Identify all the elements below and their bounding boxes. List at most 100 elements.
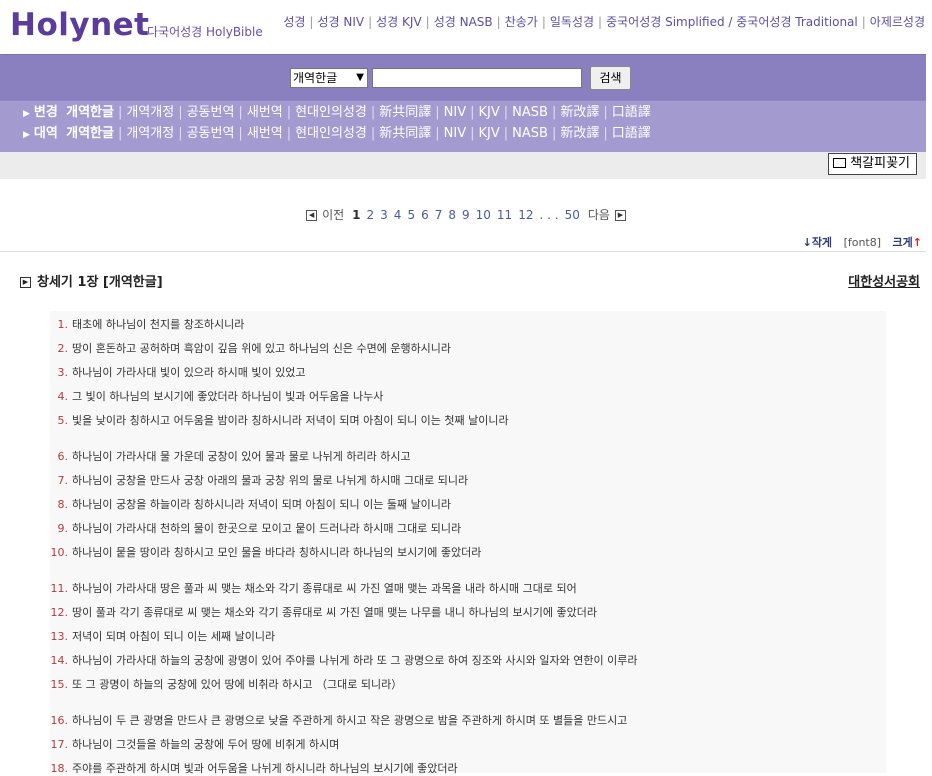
- page-link[interactable]: 6: [418, 208, 432, 222]
- nav-link[interactable]: 아제르성경: [870, 15, 925, 29]
- version-link[interactable]: NIV: [444, 105, 466, 120]
- page-link[interactable]: 50: [562, 208, 583, 222]
- font-smaller-button[interactable]: ↓작게: [803, 236, 832, 249]
- next-arrow-icon[interactable]: ▶: [614, 210, 626, 221]
- version-link[interactable]: 공동번역: [187, 105, 235, 120]
- version-link[interactable]: 개역개정: [126, 126, 174, 141]
- verse-item: 6. 하나님이 가라사대 물 가운데 궁창이 있어 물과 물로 나뉘게 하리라 하…: [50, 448, 411, 464]
- nav-link[interactable]: 성경 NASB: [434, 15, 493, 29]
- version-link[interactable]: NASB: [512, 105, 548, 120]
- site-tagline[interactable]: 다국어성경 HolyBible: [147, 23, 263, 40]
- version-separator: |: [470, 105, 475, 120]
- verse-number: 10.: [50, 546, 69, 559]
- version-select[interactable]: 개역한글 ▼: [290, 68, 368, 88]
- search-button[interactable]: 검색: [590, 66, 631, 90]
- verse-text: 하나님이 가라사대 하늘의 궁창에 광명이 있어 주야를 나뉘게 하라 또 그 …: [72, 654, 638, 667]
- page-link[interactable]: 11: [494, 208, 515, 222]
- page-link[interactable]: 5: [404, 208, 418, 222]
- verse-item: 5. 빛을 낮이라 칭하시고 어두움을 밤이라 칭하시니라 저녁이 되며 아침이 …: [50, 412, 509, 428]
- verse-number: 15.: [50, 678, 69, 691]
- version-link[interactable]: 현대인의성경: [295, 126, 367, 141]
- page-link[interactable]: 10: [473, 208, 494, 222]
- version-link[interactable]: 새번역: [247, 126, 283, 141]
- verse-number: 18.: [50, 762, 69, 775]
- verse-text: 하나님이 가라사대 빛이 있으라 하시매 빛이 있었고: [72, 366, 306, 379]
- version-link[interactable]: 新改譯: [560, 126, 599, 141]
- page-link[interactable]: 1: [349, 208, 363, 222]
- page-link[interactable]: 9: [459, 208, 473, 222]
- verse-text: 하나님이 가라사대 물 가운데 궁창이 있어 물과 물로 나뉘게 하리라 하시고: [72, 450, 411, 463]
- version-link[interactable]: 공동번역: [187, 126, 235, 141]
- verse-text: 하나님이 그것들을 하늘의 궁창에 두어 땅에 비취게 하시며: [72, 738, 340, 751]
- nav-link[interactable]: 일독성경: [550, 15, 594, 29]
- font-larger-button[interactable]: 크게↑: [893, 236, 922, 249]
- version-link[interactable]: 口語譯: [612, 105, 651, 120]
- page-link[interactable]: 12: [515, 208, 536, 222]
- nav-link[interactable]: 성경: [283, 15, 305, 29]
- version-separator: |: [238, 105, 243, 120]
- nav-link[interactable]: 중국어성경 Simplified / 중국어성경 Traditional: [606, 15, 858, 29]
- nav-link[interactable]: 찬송가: [505, 15, 538, 29]
- version-link[interactable]: 현대인의성경: [295, 105, 367, 120]
- version-separator: |: [551, 105, 557, 120]
- version-separator: |: [603, 126, 608, 141]
- version-separator: |: [286, 105, 292, 120]
- bookmark-button[interactable]: 책갈피꽂기: [828, 153, 917, 175]
- verse-item: 7. 하나님이 궁창을 만드사 궁창 아래의 물과 궁창 위의 물로 나뉘게 하시…: [50, 472, 469, 488]
- verse-item: 14. 하나님이 가라사대 하늘의 궁창에 광명이 있어 주야를 나뉘게 하라 또…: [50, 652, 638, 668]
- page-link[interactable]: 7: [432, 208, 446, 222]
- page-link[interactable]: 3: [377, 208, 391, 222]
- prev-page-link[interactable]: 이전: [317, 208, 349, 222]
- version-separator: |: [178, 105, 183, 120]
- version-separator: |: [370, 105, 376, 120]
- site-logo[interactable]: Holynet: [10, 6, 150, 44]
- verse-text: 하나님이 가라사대 땅은 풀과 씨 맺는 채소와 각기 종류대로 씨 가진 열매…: [72, 582, 577, 595]
- verse-number: 2.: [57, 342, 69, 355]
- verse-number: 3.: [57, 366, 69, 379]
- verse-text: 하나님이 뭍을 땅이라 칭하시고 모인 물을 바다라 칭하시니라 하나님의 보시…: [72, 546, 482, 559]
- version-link[interactable]: 新改譯: [560, 105, 599, 120]
- version-separator: |: [117, 105, 123, 120]
- verse-number: 11.: [50, 582, 69, 595]
- version-separator: |: [435, 105, 440, 120]
- version-link[interactable]: 새번역: [247, 105, 283, 120]
- search-input[interactable]: [372, 68, 582, 88]
- version-row-parallel: ▶ 대역 개역한글 | 개역개정 | 공동번역 | 새번역 | 현대인의성경 | 新共同譯 | NIV | K…: [23, 124, 651, 144]
- version-separator: |: [370, 126, 376, 141]
- version-link[interactable]: 新共同譯: [379, 126, 431, 141]
- verse-text: 저녁이 되며 아침이 되니 이는 세째 날이니라: [72, 630, 276, 643]
- verse-number: 7.: [57, 474, 69, 487]
- version-link[interactable]: 개역개정: [126, 105, 174, 120]
- version-link[interactable]: NASB: [512, 126, 548, 141]
- version-link[interactable]: 개역한글: [66, 105, 114, 120]
- version-link[interactable]: 개역한글: [66, 126, 114, 141]
- version-link[interactable]: 新共同譯: [379, 105, 431, 120]
- triangle-right-icon: ▶: [23, 130, 30, 140]
- search-bar: 개역한글 ▼ 검색: [0, 55, 926, 100]
- search-band: 개역한글 ▼ 검색 ▶ 변경 개역한글 | 개역개정 | 공동번역 | 새번역 | 현대인의성경 |…: [0, 54, 926, 153]
- next-page-link[interactable]: 다음: [583, 208, 615, 222]
- version-link[interactable]: 口語譯: [612, 126, 651, 141]
- publisher-link[interactable]: 대한성서공회: [848, 271, 920, 290]
- chevron-down-icon: ▼: [356, 72, 364, 83]
- verse-number: 5.: [57, 414, 69, 427]
- prev-arrow-icon[interactable]: ◀: [306, 210, 318, 221]
- chapter-title: 창세기 1장 [개역한글]: [37, 275, 163, 290]
- pagination: ◀ 이전 1 2 3 4 5 6 7 8 9 10 11 12. . . 50 다음 ▶: [0, 206, 932, 223]
- page-link[interactable]: 8: [445, 208, 459, 222]
- page-link[interactable]: 4: [391, 208, 405, 222]
- nav-separator: |: [309, 15, 314, 29]
- verse-number: 13.: [50, 630, 69, 643]
- verse-number: 1.: [57, 318, 69, 331]
- nav-separator: |: [541, 15, 546, 29]
- verse-item: 17. 하나님이 그것들을 하늘의 궁창에 두어 땅에 비취게 하시며: [50, 736, 340, 752]
- verse-number: 4.: [57, 390, 69, 403]
- verse-text: 하나님이 두 큰 광명을 만드사 큰 광명으로 낮을 주관하게 하시고 작은 광…: [72, 714, 628, 727]
- nav-link[interactable]: 성경 NIV: [317, 15, 364, 29]
- nav-link[interactable]: 성경 KJV: [376, 15, 422, 29]
- page-link[interactable]: 2: [364, 208, 378, 222]
- version-link[interactable]: KJV: [479, 105, 500, 120]
- verse-item: 8. 하나님이 궁창을 하늘이라 칭하시니라 저녁이 되며 아침이 되니 이는 둘…: [50, 496, 452, 512]
- version-link[interactable]: NIV: [444, 126, 466, 141]
- version-link[interactable]: KJV: [479, 126, 500, 141]
